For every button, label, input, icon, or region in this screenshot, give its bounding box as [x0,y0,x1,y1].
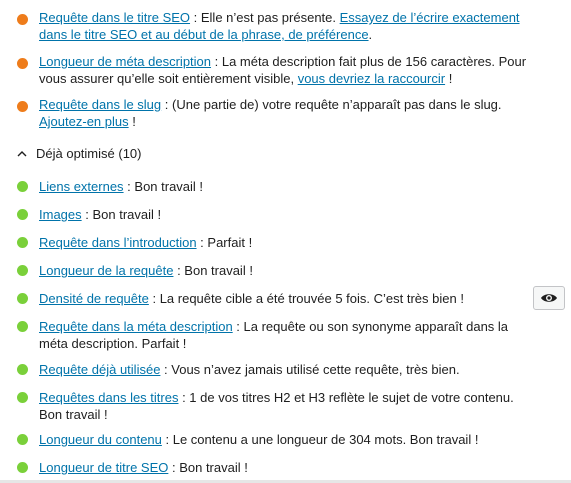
good-link[interactable]: Liens externes [39,179,124,194]
good-link[interactable]: Requête dans l’introduction [39,235,197,250]
green-status-dot [17,237,28,248]
good-text: Requêtes dans les titres : 1 de vos titr… [39,389,540,423]
good-text: Liens externes : Bon travail ! [39,178,540,195]
good-text: Longueur de titre SEO : Bon travail ! [39,459,540,476]
problem-text: Requête dans le titre SEO : Elle n’est p… [39,9,540,43]
good-message: : Parfait ! [196,235,253,250]
good-results-label: Déjà optimisé (10) [36,146,142,161]
good-message: : Bon travail ! [168,460,248,475]
good-text: Requête dans la méta description : La re… [39,318,540,352]
good-text: Requête dans l’introduction : Parfait ! [39,234,540,251]
good-link[interactable]: Longueur du contenu [39,432,162,447]
good-text: Images : Bon travail ! [39,206,540,223]
good-message: : Bon travail ! [123,179,204,194]
green-status-dot [17,181,28,192]
problem-message-end: ! [128,114,136,129]
good-link[interactable]: Longueur de la requête [39,263,173,278]
problem-link[interactable]: Requête dans le titre SEO [39,10,190,25]
good-text: Longueur du contenu : Le contenu a une l… [39,431,540,448]
green-status-dot [17,265,28,276]
problem-text: Requête dans le slug : (Une partie de) v… [39,96,540,130]
problem-message: : (Une partie de) votre requête n’appara… [161,97,502,112]
problem-message: : Elle n’est pas présente. [190,10,340,25]
orange-status-dot [17,58,28,69]
good-link[interactable]: Densité de requête [39,291,149,306]
good-link[interactable]: Longueur de titre SEO [39,460,168,475]
good-text: Requête déjà utilisée : Vous n’avez jama… [39,361,540,378]
good-text: Densité de requête : La requête cible a … [39,290,500,307]
good-link[interactable]: Requête déjà utilisée [39,362,160,377]
eye-icon [541,294,557,302]
green-status-dot [17,321,28,332]
problem-message-end: ! [445,71,453,86]
green-status-dot [17,462,28,473]
good-message: : Bon travail ! [81,207,162,222]
good-message: : Vous n’avez jamais utilisé cette requê… [160,362,460,377]
green-status-dot [17,364,28,375]
problem-fix-link[interactable]: Ajoutez-en plus [39,114,129,129]
good-text: Longueur de la requête : Bon travail ! [39,262,540,279]
good-message: : Le contenu a une longueur de 304 mots.… [161,432,479,447]
problem-fix-link[interactable]: vous devriez la raccourcir [298,71,445,86]
good-link[interactable]: Requêtes dans les titres [39,390,178,405]
problem-text: Longueur de méta description : La méta d… [39,53,540,87]
green-status-dot [17,434,28,445]
problem-link[interactable]: Longueur de méta description [39,54,211,69]
orange-status-dot [17,14,28,25]
highlight-toggle-button[interactable] [533,286,565,310]
problem-link[interactable]: Requête dans le slug [39,97,161,112]
good-message: : Bon travail ! [173,263,253,278]
good-link[interactable]: Requête dans la méta description [39,319,233,334]
good-link[interactable]: Images [39,207,82,222]
chevron-up-icon [17,150,27,156]
orange-status-dot [17,101,28,112]
green-status-dot [17,293,28,304]
problem-message-end: . [368,27,373,42]
green-status-dot [17,209,28,220]
green-status-dot [17,392,28,403]
good-message: : La requête cible a été trouvée 5 fois.… [148,291,464,306]
good-results-toggle[interactable]: Déjà optimisé (10) [16,146,142,161]
